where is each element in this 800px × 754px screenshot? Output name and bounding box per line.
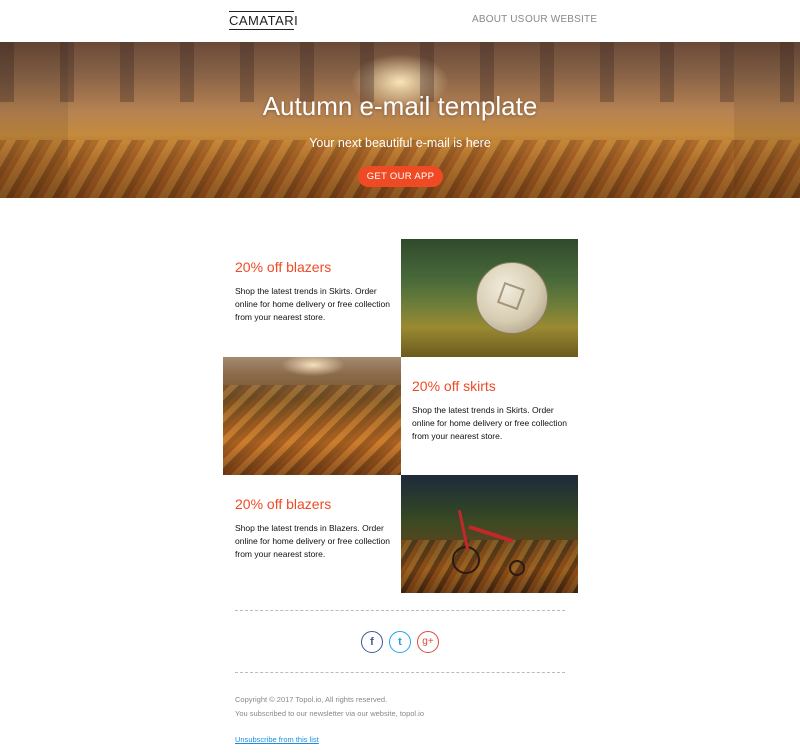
footer-subscribed-note: You subscribed to our newsletter via our… <box>235 709 424 718</box>
divider-bottom <box>235 672 565 673</box>
google-plus-icon[interactable]: g+ <box>417 631 439 653</box>
promo-description: Shop the latest trends in Skirts. Order … <box>235 286 390 322</box>
brand-logo[interactable]: CAMATARI <box>229 11 298 30</box>
promo-description: Shop the latest trends in Skirts. Order … <box>412 405 567 441</box>
unsubscribe-link[interactable]: Unsubscribe from this list <box>235 735 319 744</box>
facebook-icon[interactable]: f <box>361 631 383 653</box>
email-header: CAMATARI ABOUT US OUR WEBSITE <box>0 0 800 42</box>
leaves-texture <box>223 385 401 475</box>
promo-title-blazers: 20% off blazers <box>235 259 332 275</box>
hero-subtitle: Your next beautiful e-mail is here <box>309 136 491 150</box>
promo-title-skirts: 20% off skirts <box>412 378 496 394</box>
tricycle-back-wheel <box>509 560 525 576</box>
nav-about-us-link[interactable]: ABOUT US <box>472 14 525 25</box>
hero-title: Autumn e-mail template <box>262 91 538 121</box>
get-our-app-button[interactable]: GET OUR APP <box>358 166 443 187</box>
tricycle-leaves-texture <box>401 540 578 593</box>
divider-top <box>235 610 565 611</box>
footer-copyright: Copyright © 2017 Topol.io, All rights re… <box>235 695 388 704</box>
nav-our-website-link[interactable]: OUR WEBSITE <box>525 14 597 25</box>
promo-description: Shop the latest trends in Blazers. Order… <box>235 523 390 559</box>
promo-title-blazers-2: 20% off blazers <box>235 496 332 512</box>
twitter-icon[interactable]: t <box>389 631 411 653</box>
tricycle-front-wheel <box>452 546 480 574</box>
